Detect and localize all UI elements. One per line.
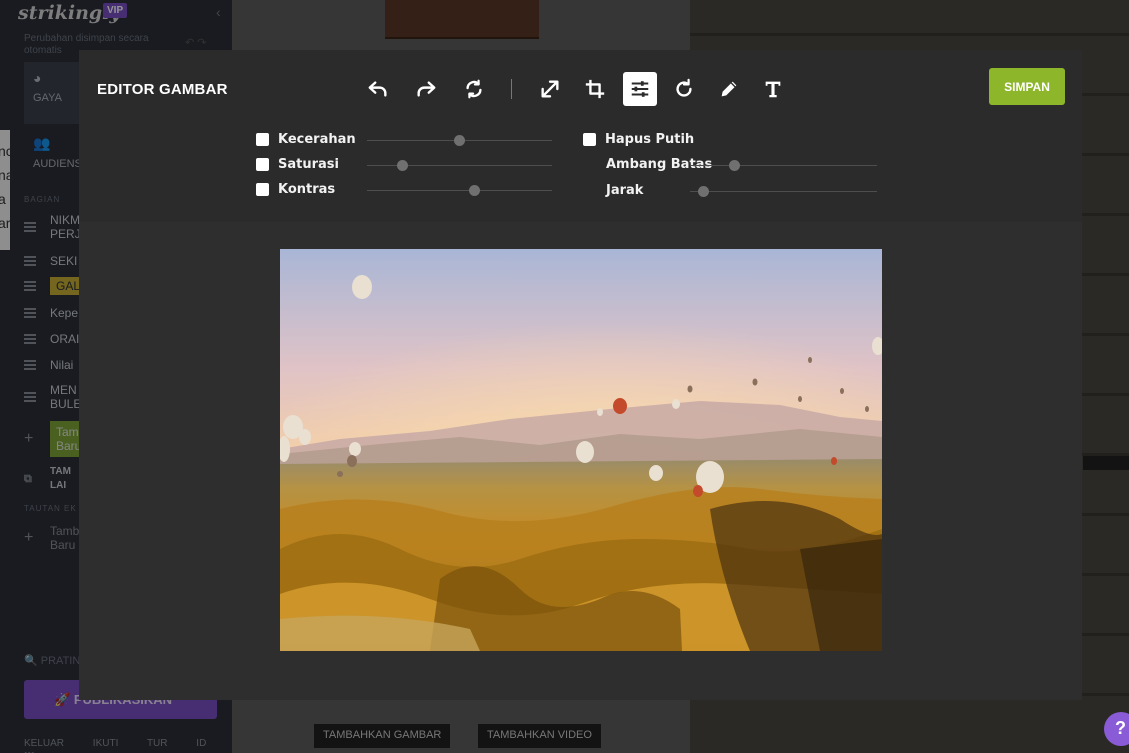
editor-toolbar: EDITOR GAMBAR SIMPAN Kecerahan Saturasi … [79, 50, 1082, 222]
draw-icon [721, 81, 737, 97]
brightness-slider[interactable] [367, 135, 552, 146]
slider-handle[interactable] [697, 186, 709, 197]
slider-handle[interactable] [729, 160, 741, 171]
image-canvas [79, 222, 1082, 700]
undo-button[interactable] [361, 72, 395, 106]
saturation-control: Saturasi [256, 156, 552, 174]
remove-white-checkbox[interactable] [583, 133, 596, 146]
save-button[interactable]: SIMPAN [989, 68, 1065, 105]
remove-white-label: Hapus Putih [605, 132, 695, 147]
reset-icon [466, 79, 482, 99]
contrast-control: Kontras [256, 181, 552, 199]
contrast-slider[interactable] [367, 185, 552, 196]
resize-button[interactable] [533, 72, 567, 106]
rotate-button[interactable] [667, 72, 701, 106]
brightness-label: Kecerahan [278, 132, 356, 147]
modal-title: EDITOR GAMBAR [97, 81, 228, 98]
threshold-slider[interactable] [690, 160, 877, 171]
slider-handle[interactable] [454, 135, 465, 146]
saturation-slider[interactable] [367, 160, 552, 171]
contrast-label: Kontras [278, 182, 336, 197]
slider-handle[interactable] [468, 185, 480, 196]
rotate-icon [676, 78, 692, 97]
text-button[interactable] [756, 72, 790, 106]
undo-icon [368, 81, 387, 97]
saturation-checkbox[interactable] [256, 158, 269, 171]
adjust-button[interactable] [623, 72, 657, 106]
brightness-checkbox[interactable] [256, 133, 269, 146]
contrast-checkbox[interactable] [256, 183, 269, 196]
draw-button[interactable] [712, 72, 746, 106]
redo-icon [417, 81, 436, 97]
adjust-icon [631, 81, 649, 97]
text-icon [765, 81, 781, 98]
reset-button[interactable] [457, 72, 491, 106]
slider-handle[interactable] [396, 160, 408, 171]
landscape-balloons-image [280, 249, 882, 651]
resize-icon [541, 80, 559, 98]
distance-slider[interactable] [690, 186, 877, 197]
brightness-control: Kecerahan [256, 131, 552, 149]
distance-control: Jarak [583, 182, 877, 200]
crop-icon [585, 79, 605, 99]
distance-label: Jarak [606, 183, 644, 198]
toolbar-divider [511, 79, 512, 99]
redo-button[interactable] [409, 72, 443, 106]
remove-white-control: Hapus Putih [583, 131, 883, 149]
image-editor-modal: EDITOR GAMBAR SIMPAN Kecerahan Saturasi … [79, 50, 1082, 700]
crop-button[interactable] [578, 72, 612, 106]
saturation-label: Saturasi [278, 157, 339, 172]
threshold-control: Ambang Batas [583, 156, 877, 174]
editable-photo[interactable] [280, 249, 882, 651]
